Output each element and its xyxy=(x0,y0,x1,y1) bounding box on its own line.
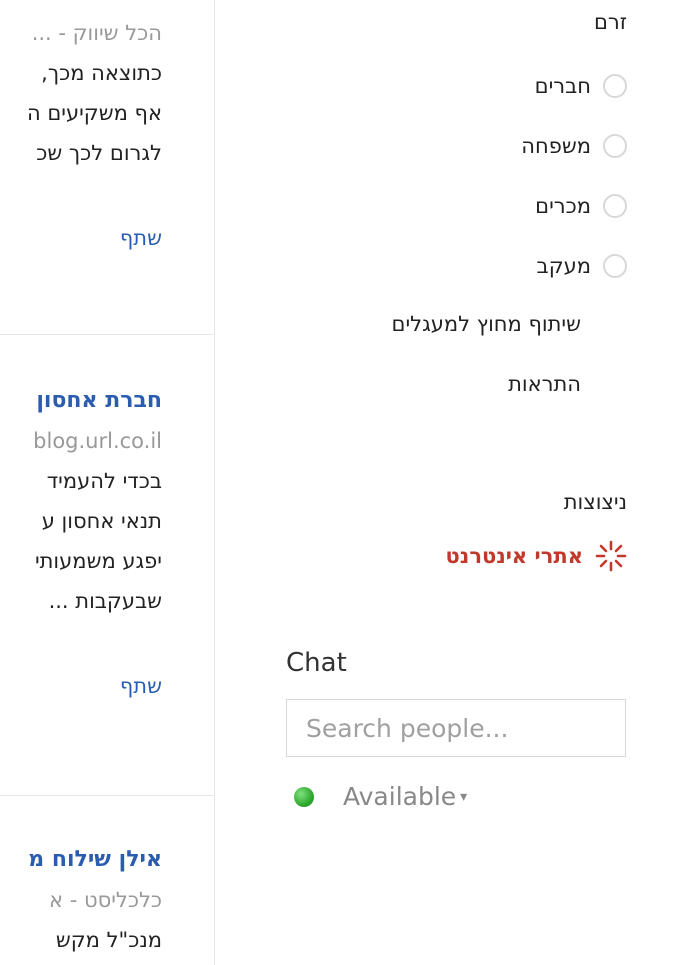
circle-filter-friends[interactable]: חברים xyxy=(535,66,627,106)
status-available-icon xyxy=(294,786,314,807)
post-text-line: לגרום לכך שכ xyxy=(36,141,162,165)
circle-label[interactable]: משפחה xyxy=(521,134,591,158)
circle-radio-icon[interactable] xyxy=(603,254,627,278)
post-text-line: מנכ"ל מקש xyxy=(55,928,162,952)
chat-search-input[interactable] xyxy=(286,699,626,757)
chevron-down-icon[interactable]: ▾ xyxy=(460,789,467,805)
sidebar: זרם חברים משפחה מכרים מעקב שיתוף מחוץ למ… xyxy=(215,0,699,965)
sparks-item-label[interactable]: אתרי אינטרנט xyxy=(446,544,583,568)
feed-post: אילן שילוח מ כלכליסט - א מנכ"ל מקש xyxy=(0,840,162,960)
post-source[interactable]: כלכליסט - א xyxy=(0,880,162,920)
share-link[interactable]: שתף xyxy=(0,666,162,706)
feed-post: חברת אחסון blog.url.co.il בכדי להעמיד תנ… xyxy=(0,381,162,706)
stream-heading[interactable]: זרם xyxy=(594,10,627,34)
sparks-item-websites[interactable]: אתרי אינטרנט xyxy=(446,540,627,572)
stream-feed: הכל שיווק - ... כתוצאה מכך, אף משקיעים ה… xyxy=(0,0,215,965)
post-text-line: יפגע משמעותי xyxy=(34,549,162,573)
post-title-link[interactable]: חברת אחסון xyxy=(0,381,162,421)
circle-label[interactable]: חברים xyxy=(535,74,591,98)
post-divider xyxy=(0,795,214,796)
post-text-line: שבעקבות ... xyxy=(48,589,162,613)
circle-label[interactable]: מכרים xyxy=(535,194,591,218)
circle-label[interactable]: מעקב xyxy=(537,254,591,278)
chat-heading: Chat xyxy=(286,648,347,678)
feed-post: הכל שיווק - ... כתוצאה מכך, אף משקיעים ה… xyxy=(0,13,162,258)
circle-radio-icon[interactable] xyxy=(603,134,627,158)
spark-icon xyxy=(595,540,627,572)
post-title-link[interactable]: אילן שילוח מ xyxy=(0,840,162,880)
post-text-line: כתוצאה מכך, xyxy=(41,61,162,85)
chat-status-label[interactable]: Available xyxy=(343,782,456,811)
notifications-link[interactable]: התראות xyxy=(508,372,581,396)
post-text-line: בכדי להעמיד xyxy=(46,469,162,493)
circle-radio-icon[interactable] xyxy=(603,74,627,98)
circle-filter-following[interactable]: מעקב xyxy=(537,246,627,286)
share-link[interactable]: שתף xyxy=(0,218,162,258)
circle-filter-acquaintances[interactable]: מכרים xyxy=(535,186,627,226)
chat-status-selector[interactable]: Available ▾ xyxy=(294,782,467,811)
circle-radio-icon[interactable] xyxy=(603,194,627,218)
post-text-line: תנאי אחסון ע xyxy=(41,509,162,533)
sparks-heading[interactable]: ניצוצות xyxy=(564,490,627,514)
post-source[interactable]: blog.url.co.il xyxy=(0,421,162,461)
post-text-line: אף משקיעים ה xyxy=(26,101,162,125)
circle-filter-family[interactable]: משפחה xyxy=(521,126,627,166)
post-divider xyxy=(0,334,214,335)
shared-outside-circles-link[interactable]: שיתוף מחוץ למעגלים xyxy=(392,312,581,336)
post-source[interactable]: הכל שיווק - ... xyxy=(0,13,162,53)
